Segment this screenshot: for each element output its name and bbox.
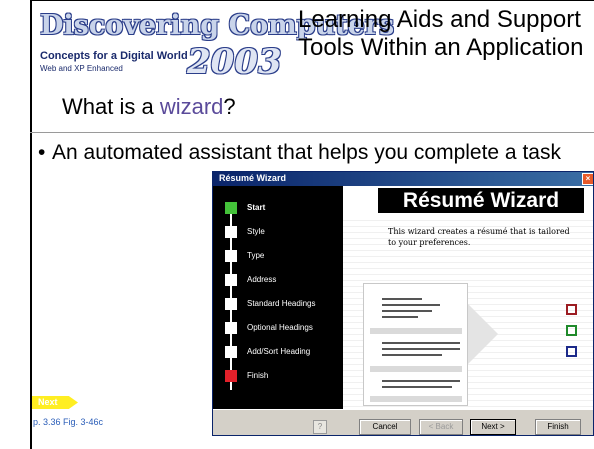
doc-line [382,304,440,306]
green-square-icon [566,325,577,336]
doc-line [382,342,460,344]
step-finish[interactable]: Finish [225,370,343,382]
step-label: Type [247,251,265,260]
step-label: Style [247,227,265,236]
doc-line [382,298,422,300]
step-marker [225,298,237,310]
back-button[interactable]: < Back [419,419,463,435]
question-heading: What is a wizard? [62,94,236,120]
title-divider [30,132,594,133]
bullet-text: An automated assistant that helps you co… [52,141,561,164]
doc-line [382,316,418,318]
step-start-marker [225,202,237,214]
resume-wizard-window: Résumé Wizard × Start Style Type Address… [212,171,594,436]
step-optional-headings[interactable]: Optional Headings [225,322,343,334]
step-finish-marker [225,370,237,382]
cancel-button[interactable]: Cancel [359,419,411,435]
step-label: Standard Headings [247,299,316,308]
doc-line [382,354,442,356]
wizard-main-title: Résumé Wizard [378,188,584,213]
step-label: Optional Headings [247,323,313,332]
step-marker [225,250,237,262]
help-icon[interactable]: ? [313,420,327,434]
slide-border-left [30,0,32,449]
step-marker [225,274,237,286]
question-prefix: What is a [62,94,160,119]
next-label[interactable]: Next [38,397,58,407]
question-suffix: ? [223,94,236,119]
wizard-title-bar: Résumé Wizard × [213,172,593,186]
step-marker [225,346,237,358]
logo-edition: Web and XP Enhanced [40,64,123,73]
book-logo: Discovering Computers Concepts for a Dig… [40,10,394,94]
wizard-content-panel: Résumé Wizard This wizard creates a résu… [343,186,593,409]
step-label: Start [247,203,266,212]
page-reference-link[interactable]: p. 3.36 Fig. 3-46c [33,417,103,427]
step-add-sort-heading[interactable]: Add/Sort Heading [225,346,343,358]
next-button[interactable]: Next > [470,419,516,435]
logo-year: 2003 [187,42,282,82]
slide-title: Learning Aids and Support Tools Within a… [298,6,584,61]
step-marker [225,322,237,334]
finish-button[interactable]: Finish [535,419,581,435]
blue-square-icon [566,346,577,357]
doc-band [370,366,462,372]
logo-subtitle: Concepts for a Digital World [40,50,188,62]
wizard-step-rail: Start Style Type Address Standard Headin… [213,186,343,409]
doc-band [370,328,462,334]
doc-line [382,380,460,382]
step-address[interactable]: Address [225,274,343,286]
step-type[interactable]: Type [225,250,343,262]
step-label: Finish [247,371,269,380]
step-style[interactable]: Style [225,226,343,238]
wizard-button-bar: ? Cancel < Back Next > Finish [213,409,593,435]
wizard-term-link[interactable]: wizard [160,94,224,119]
step-marker [225,226,237,238]
step-start[interactable]: Start [225,202,343,214]
bullet-marker: • [38,141,46,164]
doc-line [382,348,460,350]
wizard-description: This wizard creates a résumé that is tai… [388,227,570,247]
doc-line [382,386,452,388]
close-icon[interactable]: × [582,173,593,185]
doc-band [370,396,462,402]
step-standard-headings[interactable]: Standard Headings [225,298,343,310]
step-label: Add/Sort Heading [247,347,311,356]
slide-border-top [30,0,594,1]
red-square-icon [566,304,577,315]
doc-line [382,310,432,312]
resume-document-illustration [363,283,468,406]
step-label: Address [247,275,277,284]
wizard-window-title: Résumé Wizard [219,173,286,183]
